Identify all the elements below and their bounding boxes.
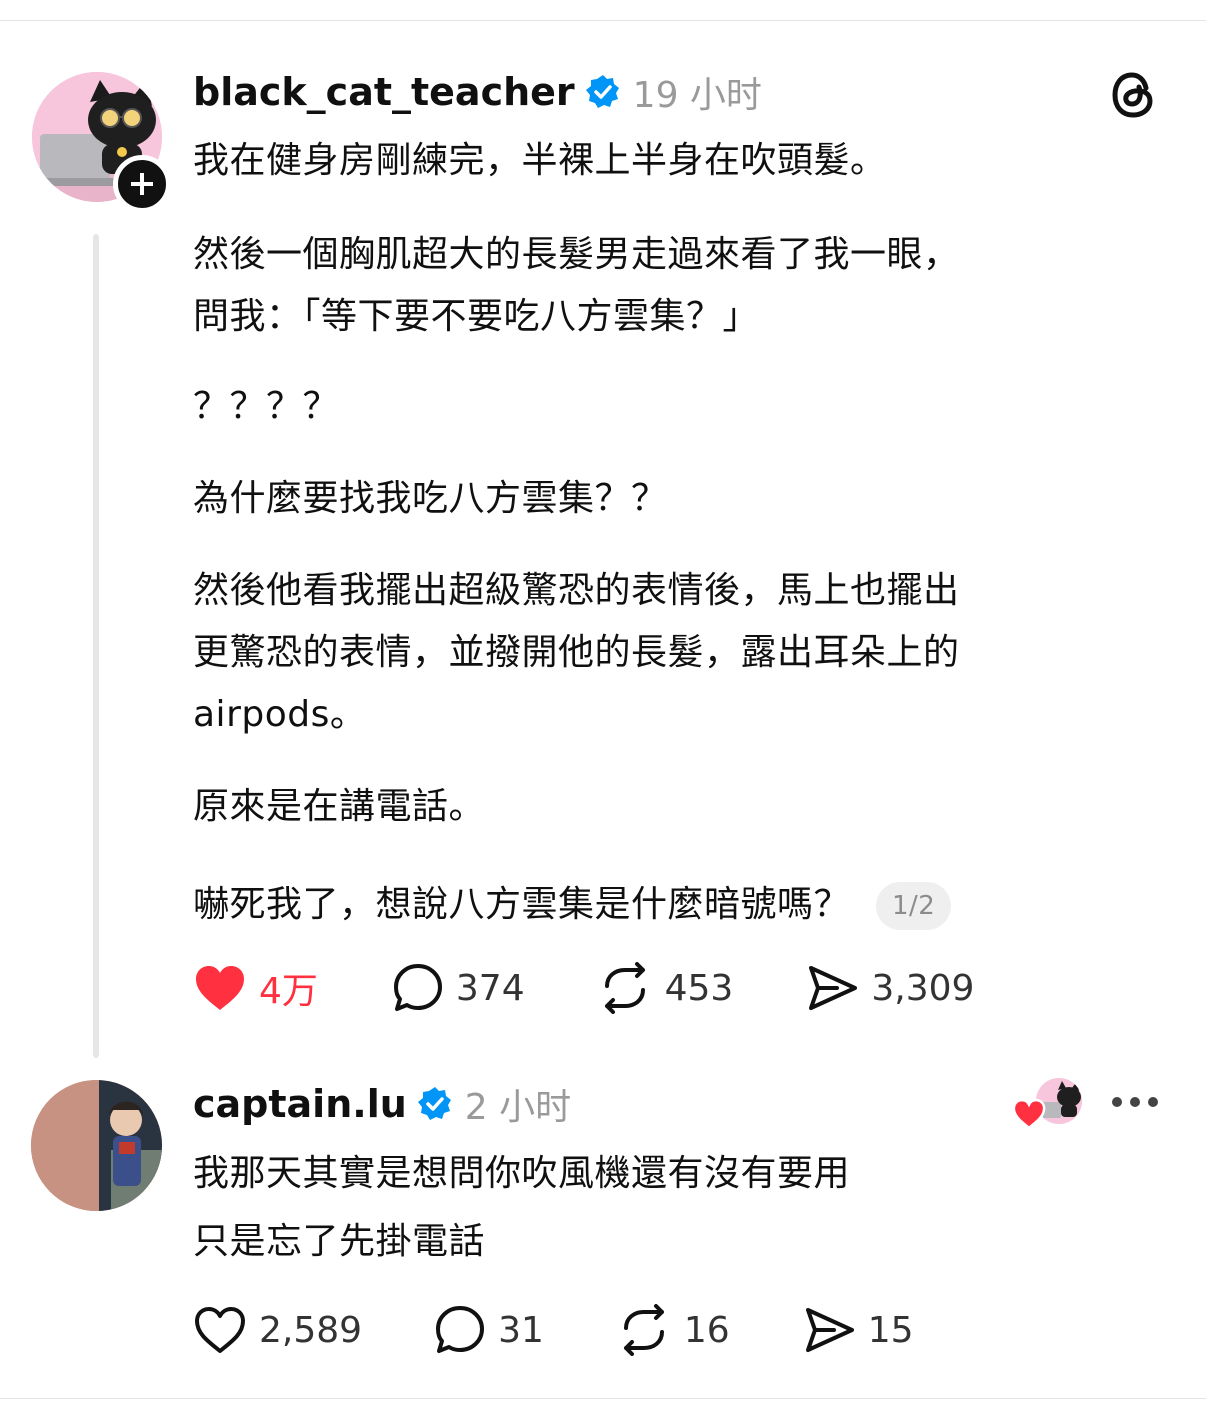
heart-filled-icon xyxy=(1012,1098,1046,1130)
comment-bubble-icon xyxy=(436,1306,485,1353)
post-last-line: 嚇死我了，想說八方雲集是什麼暗號嗎？ 1/2 xyxy=(193,874,1153,936)
reply-header: captain.lu 2 小时 xyxy=(193,1080,571,1128)
photo-avatar-image xyxy=(31,1080,162,1211)
repost-icon xyxy=(604,962,645,1014)
post-header: black_cat_teacher 19 小时 xyxy=(193,68,762,116)
more-options-icon[interactable] xyxy=(1110,1094,1160,1110)
post-paragraph: 原來是在講電話。 xyxy=(193,786,486,827)
repost-button[interactable]: 453 xyxy=(597,962,734,1014)
share-count: 3,309 xyxy=(871,967,975,1009)
like-count: 4万 xyxy=(259,971,318,1012)
like-count: 2,589 xyxy=(259,1309,363,1351)
post-paragraph: 我在健身房剛練完，半裸上半身在吹頭髮。 xyxy=(193,140,887,181)
send-icon xyxy=(809,966,858,1010)
verified-badge-icon xyxy=(585,75,619,108)
share-button[interactable]: 15 xyxy=(804,1305,914,1355)
send-icon xyxy=(805,1308,854,1352)
reply-button[interactable]: 374 xyxy=(392,962,525,1014)
post-paragraph: 然後一個胸肌超大的長髮男走過來看了我一眼， 問我：「等下要不要吃八方雲集？」 xyxy=(193,234,960,337)
thread-line xyxy=(93,234,99,1058)
repost-button[interactable]: 16 xyxy=(616,1304,730,1356)
verified-badge-icon xyxy=(417,1087,451,1120)
repost-count: 16 xyxy=(683,1309,730,1351)
follow-plus-button[interactable] xyxy=(113,155,171,213)
share-count: 15 xyxy=(867,1309,914,1351)
comment-bubble-icon xyxy=(393,964,442,1011)
reply-count: 31 xyxy=(498,1309,544,1351)
author-username[interactable]: black_cat_teacher xyxy=(193,70,575,114)
reply-count: 374 xyxy=(455,967,525,1009)
post-paragraph: 然後他看我擺出超級驚恐的表情後，馬上也擺出 更驚恐的表情，並撥開他的長髮，露出耳… xyxy=(193,570,960,735)
repost-icon xyxy=(623,1304,664,1356)
like-button[interactable]: 2,589 xyxy=(193,1305,362,1355)
reply-actions: 2,589 31 16 15 xyxy=(193,1304,914,1356)
top-divider xyxy=(0,20,1206,21)
heart-outline-icon xyxy=(195,1307,245,1353)
post-time: 19 小时 xyxy=(632,75,762,116)
bottom-divider xyxy=(0,1398,1206,1399)
reply-button[interactable]: 31 xyxy=(434,1304,544,1356)
share-button[interactable]: 3,309 xyxy=(807,963,974,1013)
post-body: 我在健身房剛練完，半裸上半身在吹頭髮。 然後一個胸肌超大的長髮男走過來看了我一眼… xyxy=(193,130,1153,936)
reply-body: 我那天其實是想問你吹風機還有沒有要用 只是忘了先掛電話 xyxy=(193,1153,851,1262)
like-button[interactable]: 4万 xyxy=(193,962,318,1014)
heart-filled-icon xyxy=(196,966,244,1010)
page-indicator-badge: 1/2 xyxy=(875,882,952,930)
repost-count: 453 xyxy=(664,967,734,1009)
reply-author-avatar[interactable] xyxy=(31,1080,162,1211)
post-actions: 4万 374 453 3,309 xyxy=(193,962,974,1014)
post-paragraph: ？？？？ xyxy=(193,386,340,427)
post-paragraph: 為什麼要找我吃八方雲集？？ xyxy=(193,478,668,519)
reply-username[interactable]: captain.lu xyxy=(193,1082,407,1126)
reply-time: 2 小时 xyxy=(464,1087,572,1128)
post-last-line-text: 嚇死我了，想說八方雲集是什麼暗號嗎？ xyxy=(193,884,851,925)
plus-icon xyxy=(131,173,153,195)
author-liked-indicator xyxy=(1012,1078,1084,1130)
threads-logo-icon[interactable] xyxy=(1108,70,1158,120)
